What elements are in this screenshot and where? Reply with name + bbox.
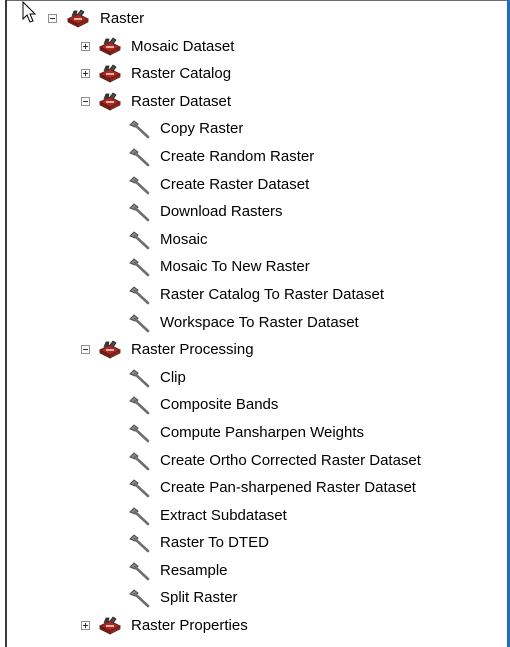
tree-node-mosaic-dataset[interactable]: Mosaic Dataset <box>0 34 505 62</box>
hammer-icon <box>129 120 150 139</box>
hammer-icon <box>129 451 150 470</box>
toolbox-tree: Raster Mosaic Dataset Raster Catalog Raster… <box>0 6 505 641</box>
toolbox-icon <box>98 340 122 359</box>
tree-node-raster-catalog[interactable]: Raster Catalog <box>0 61 505 89</box>
toolset-label: Raster Dataset <box>131 92 232 110</box>
tree-node-raster-properties[interactable]: Raster Properties <box>0 613 505 641</box>
hammer-icon <box>129 313 150 332</box>
tool-label: Clip <box>160 368 186 386</box>
tool-item-download-rasters[interactable]: Download Rasters <box>0 199 505 227</box>
panel-top-border <box>5 0 510 1</box>
tool-item-clip[interactable]: Clip <box>0 365 505 393</box>
tool-item-workspace-to-raster-dataset[interactable]: Workspace To Raster Dataset <box>0 310 505 338</box>
toolbox-icon <box>98 616 122 635</box>
tool-item-mosaic[interactable]: Mosaic <box>0 227 505 255</box>
hammer-icon <box>129 148 150 167</box>
tree-node-raster[interactable]: Raster <box>0 6 505 34</box>
toolset-label: Raster Properties <box>131 617 248 635</box>
expand-icon[interactable] <box>81 621 90 631</box>
tool-item-extract-subdataset[interactable]: Extract Subdataset <box>0 503 505 531</box>
hammer-icon <box>129 286 150 305</box>
expand-icon[interactable] <box>81 69 90 79</box>
tool-item-raster-to-dted[interactable]: Raster To DTED <box>0 530 505 558</box>
toolbox-label: Raster <box>100 10 145 27</box>
toolset-label: Raster Processing <box>131 341 254 359</box>
tool-label: Create Pan-sharpened Raster Dataset <box>160 479 416 497</box>
toolbox-icon <box>66 9 90 28</box>
hammer-icon <box>129 369 150 388</box>
tool-label: Raster To DTED <box>160 534 269 552</box>
tool-label: Split Raster <box>160 589 238 607</box>
tool-label: Mosaic To New Raster <box>160 258 310 276</box>
tool-label: Composite Bands <box>160 396 279 414</box>
hammer-icon <box>129 175 150 194</box>
toolset-label: Raster Catalog <box>131 65 232 83</box>
collapse-icon[interactable] <box>48 14 57 23</box>
tool-item-create-ortho-corrected-raster-dataset[interactable]: Create Ortho Corrected Raster Dataset <box>0 448 505 476</box>
tool-label: Resample <box>160 561 228 579</box>
tool-label: Raster Catalog To Raster Dataset <box>160 285 384 303</box>
tool-item-compute-pansharpen-weights[interactable]: Compute Pansharpen Weights <box>0 420 505 448</box>
tool-label: Extract Subdataset <box>160 506 287 524</box>
tool-label: Workspace To Raster Dataset <box>160 313 359 331</box>
tool-item-create-raster-dataset[interactable]: Create Raster Dataset <box>0 172 505 200</box>
tool-item-copy-raster[interactable]: Copy Raster <box>0 116 505 144</box>
tool-label: Copy Raster <box>160 120 244 138</box>
hammer-icon <box>129 231 150 250</box>
tool-item-mosaic-to-new-raster[interactable]: Mosaic To New Raster <box>0 254 505 282</box>
tool-item-composite-bands[interactable]: Composite Bands <box>0 392 505 420</box>
tool-item-create-random-raster[interactable]: Create Random Raster <box>0 144 505 172</box>
hammer-icon <box>129 534 150 553</box>
hammer-icon <box>129 562 150 581</box>
hammer-icon <box>129 424 150 443</box>
toolset-label: Mosaic Dataset <box>131 37 235 55</box>
tool-label: Create Ortho Corrected Raster Dataset <box>160 451 421 469</box>
hammer-icon <box>129 589 150 608</box>
tool-item-split-raster[interactable]: Split Raster <box>0 585 505 613</box>
collapse-icon[interactable] <box>81 345 90 355</box>
hammer-icon <box>129 507 150 525</box>
tool-label: Create Raster Dataset <box>160 175 310 193</box>
tool-item-create-pan-sharpened-raster-dataset[interactable]: Create Pan-sharpened Raster Dataset <box>0 475 505 503</box>
toolbox-icon <box>98 37 122 56</box>
tool-label: Create Random Raster <box>160 147 315 165</box>
hammer-icon <box>129 258 150 277</box>
tree-node-raster-processing[interactable]: Raster Processing <box>0 337 505 365</box>
tree-node-raster-dataset[interactable]: Raster Dataset <box>0 89 505 117</box>
tool-item-raster-catalog-to-raster-dataset[interactable]: Raster Catalog To Raster Dataset <box>0 282 505 310</box>
tool-item-resample[interactable]: Resample <box>0 558 505 586</box>
hammer-icon <box>129 203 150 222</box>
toolbox-icon <box>98 64 122 83</box>
hammer-icon <box>129 396 150 415</box>
tool-label: Download Rasters <box>160 203 283 221</box>
hammer-icon <box>129 479 150 498</box>
expand-icon[interactable] <box>81 41 90 51</box>
tool-label: Compute Pansharpen Weights <box>160 423 365 441</box>
tool-label: Mosaic <box>160 230 208 248</box>
toolbox-icon <box>98 92 122 111</box>
collapse-icon[interactable] <box>81 96 90 106</box>
